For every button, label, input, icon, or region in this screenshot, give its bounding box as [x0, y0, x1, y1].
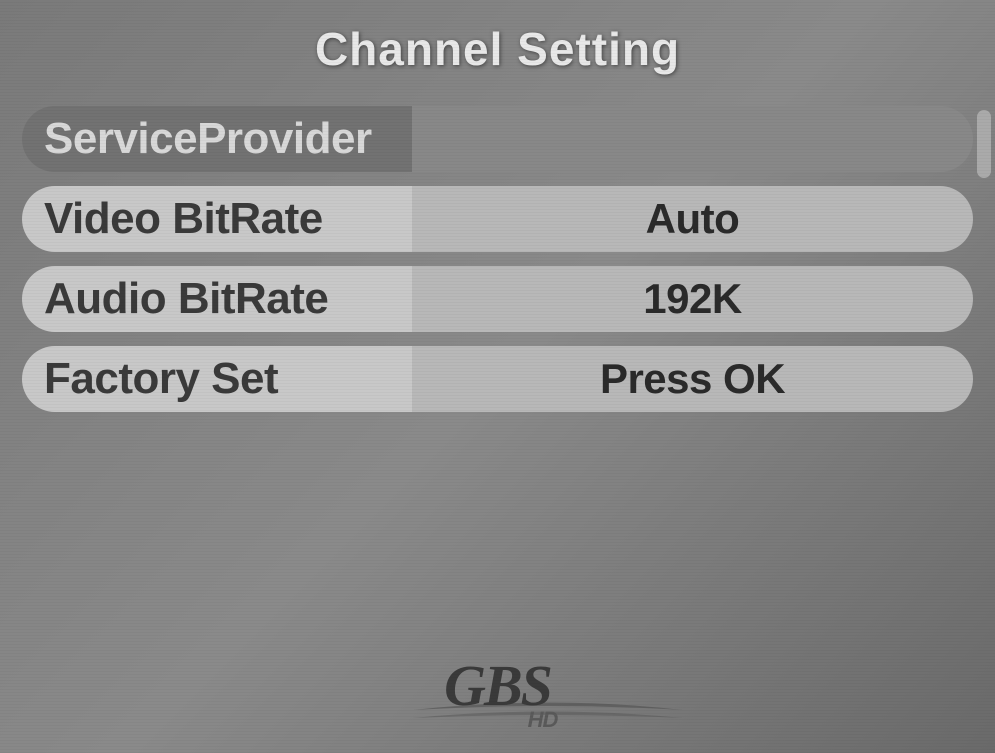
menu-label: Factory Set	[22, 346, 412, 412]
menu-value: Press OK	[600, 355, 785, 403]
menu-value-field[interactable]: Press OK	[412, 346, 973, 412]
menu-item-factory-set[interactable]: Factory Set Press OK	[22, 346, 973, 412]
brand-logo: GBS HD	[0, 652, 995, 733]
menu-value-field[interactable]: 192K	[412, 266, 973, 332]
menu-value-field[interactable]: Auto	[412, 186, 973, 252]
menu-value-field[interactable]	[412, 106, 973, 172]
settings-menu: ServiceProvider Video BitRate Auto Audio…	[0, 106, 995, 412]
menu-value: 192K	[643, 275, 741, 323]
menu-item-audio-bitrate[interactable]: Audio BitRate 192K	[22, 266, 973, 332]
page-title: Channel Setting	[0, 0, 995, 106]
menu-value: Auto	[646, 195, 740, 243]
scrollbar[interactable]	[977, 110, 991, 178]
menu-label: Audio BitRate	[22, 266, 412, 332]
menu-item-service-provider[interactable]: ServiceProvider	[22, 106, 973, 172]
menu-item-video-bitrate[interactable]: Video BitRate Auto	[22, 186, 973, 252]
menu-label: ServiceProvider	[22, 106, 412, 172]
menu-label: Video BitRate	[22, 186, 412, 252]
logo-text-sub: HD	[528, 707, 558, 733]
